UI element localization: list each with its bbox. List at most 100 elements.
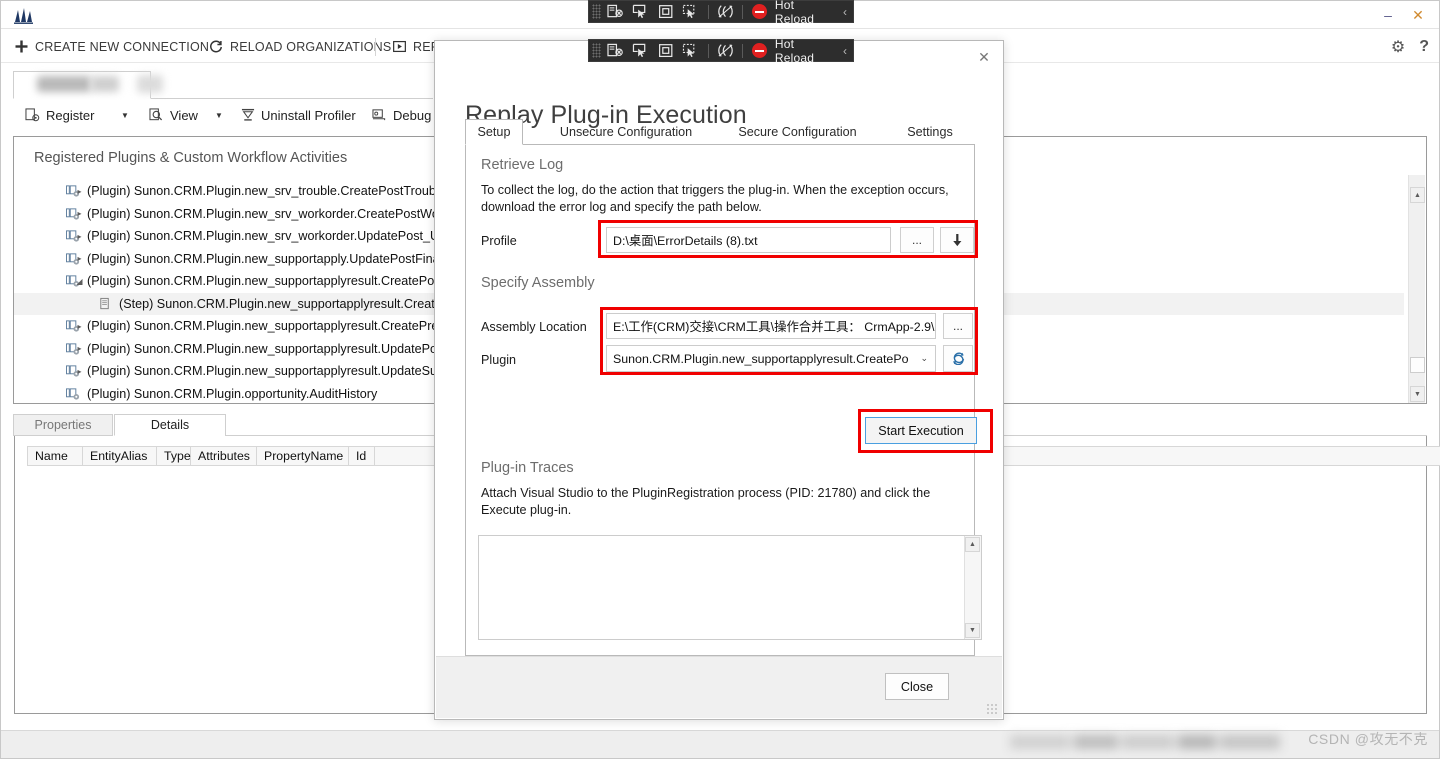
frame-icon[interactable] <box>653 1 678 22</box>
tree-row-label: (Plugin) Sunon.CRM.Plugin.new_supportapp… <box>87 364 452 379</box>
traces-scroll-up[interactable]: ▲ <box>965 537 980 552</box>
assembly-location-label: Assembly Location <box>481 320 587 334</box>
tab-details[interactable]: Details <box>114 414 226 436</box>
scroll-thumb[interactable] <box>1410 357 1425 373</box>
select-element-icon[interactable] <box>628 1 653 22</box>
replay-plugin-execution-dialog: ✕ Replay Plug-in Execution Retrieve Log … <box>434 40 1004 720</box>
tree-row-label: (Plugin) Sunon.CRM.Plugin.new_srv_troubl… <box>87 184 446 199</box>
dialog-close-icon[interactable]: ✕ <box>971 46 997 68</box>
reload-organizations-label: RELOAD ORGANIZATIONS <box>230 39 392 54</box>
expander-icon[interactable]: ▸ <box>74 208 85 219</box>
expander-icon[interactable]: ▸ <box>74 186 85 197</box>
scroll-up-button[interactable]: ▲ <box>1410 187 1425 203</box>
expander-icon[interactable]: ◢ <box>74 276 85 287</box>
tree-row-label: (Plugin) Sunon.CRM.Plugin.new_supportapp… <box>87 319 454 334</box>
inspect-element-icon[interactable] <box>603 1 628 22</box>
expander-icon[interactable]: ▸ <box>74 231 85 242</box>
view-dropdown[interactable]: ▼ <box>215 100 223 130</box>
drag-handle-icon[interactable] <box>592 43 601 58</box>
scroll-down-button[interactable]: ▼ <box>1410 386 1425 402</box>
column-header-type[interactable]: Type <box>157 446 191 466</box>
download-arrow-icon <box>952 233 961 246</box>
plugin-traces-output[interactable]: ▲ ▼ <box>478 535 982 640</box>
select-element-icon[interactable] <box>628 40 653 61</box>
register-button[interactable]: Register <box>25 100 94 130</box>
toolbar-divider <box>707 4 709 19</box>
expander-icon[interactable] <box>74 388 85 399</box>
profile-input[interactable]: D:\桌面\ErrorDetails (8).txt <box>606 227 891 253</box>
help-icon[interactable]: ? <box>1419 38 1429 56</box>
commandbar-divider <box>375 38 376 56</box>
column-header-propertyname[interactable]: PropertyName <box>257 446 349 466</box>
expander-icon[interactable]: ▸ <box>74 321 85 332</box>
column-header-name[interactable]: Name <box>27 446 83 466</box>
reload-icon <box>210 40 222 52</box>
traces-scroll-down[interactable]: ▼ <box>965 623 980 638</box>
expander-icon[interactable]: ▸ <box>74 253 85 264</box>
stop-icon[interactable] <box>747 1 772 22</box>
retrieve-log-heading: Retrieve Log <box>481 157 564 173</box>
chevron-left-icon[interactable]: ‹ <box>843 44 847 58</box>
tree-row-label: (Plugin) Sunon.CRM.Plugin.new_srv_workor… <box>87 206 457 221</box>
debug-button[interactable]: Debug <box>372 100 431 130</box>
hot-reload-toolbar-main: Hot Reload ‹ <box>588 0 854 26</box>
inspect-element-icon[interactable] <box>603 40 628 61</box>
dialog-tab-panel: Retrieve Log To collect the log, do the … <box>465 144 982 656</box>
expander-icon[interactable]: ▸ <box>74 343 85 354</box>
hot-reload-toggle-icon[interactable] <box>713 1 738 22</box>
profile-download-button[interactable] <box>940 227 974 253</box>
chevron-down-icon: ⌄ <box>920 353 928 363</box>
profile-browse-button[interactable]: ... <box>900 227 934 253</box>
tab-unsecure-configuration[interactable]: Unsecure Configuration <box>541 119 711 145</box>
live-visual-tree-icon[interactable] <box>678 1 703 22</box>
debug-label: Debug <box>393 107 432 123</box>
hot-reload-toggle-icon[interactable] <box>713 40 738 61</box>
expander-icon[interactable]: ▸ <box>74 366 85 377</box>
toolbar-divider-2 <box>741 43 743 58</box>
step-icon <box>98 297 113 311</box>
tab-setup[interactable]: Setup <box>465 119 523 145</box>
register-icon <box>25 108 40 122</box>
assembly-location-input[interactable]: E:\工作(CRM)交接\CRM工具\操作合并工具： CrmApp-2.9\手 <box>606 313 936 339</box>
plus-icon <box>15 40 28 53</box>
uninstall-profiler-label: Uninstall Profiler <box>261 107 356 123</box>
blurred-org-name <box>37 76 91 92</box>
minimize-button[interactable]: – <box>1373 4 1403 26</box>
tab-settings[interactable]: Settings <box>890 119 970 145</box>
hot-reload-label: Hot Reload <box>774 36 815 65</box>
frame-icon[interactable] <box>653 40 678 61</box>
view-button[interactable]: View <box>149 100 198 130</box>
live-visual-tree-icon[interactable] <box>678 40 703 61</box>
gear-icon[interactable]: ⚙ <box>1391 37 1405 57</box>
stop-icon[interactable] <box>747 40 772 61</box>
traces-scrollbar[interactable]: ▲ ▼ <box>964 536 981 639</box>
close-window-button[interactable]: ✕ <box>1403 4 1433 26</box>
uninstall-profiler-button[interactable]: Uninstall Profiler <box>241 100 356 130</box>
commandbar-right-icons: ⚙ ? <box>1391 30 1429 63</box>
tab-settings-label: Settings <box>907 125 953 139</box>
plugin-select-value: Sunon.CRM.Plugin.new_supportapplyresult.… <box>613 351 909 366</box>
replay-button[interactable]: REP <box>393 30 439 63</box>
chevron-left-icon[interactable]: ‹ <box>843 5 847 19</box>
reload-organizations-button[interactable]: RELOAD ORGANIZATIONS <box>209 30 391 63</box>
plugin-refresh-button[interactable] <box>943 345 973 372</box>
tab-details-label: Details <box>150 418 190 432</box>
column-header-entityalias[interactable]: EntityAlias <box>83 446 157 466</box>
tab-properties[interactable]: Properties <box>13 414 113 436</box>
column-header-id[interactable]: Id <box>349 446 375 466</box>
tab-setup-label: Setup <box>477 125 511 139</box>
plugin-select[interactable]: Sunon.CRM.Plugin.new_supportapplyresult.… <box>606 345 936 372</box>
create-new-connection-button[interactable]: CREATE NEW CONNECTION <box>15 30 209 63</box>
debug-icon <box>372 109 386 121</box>
resize-grip[interactable] <box>986 703 998 715</box>
app-logo-icon <box>13 5 35 25</box>
tree-vertical-scrollbar[interactable]: ▲ ▼ <box>1408 175 1425 403</box>
tree-row-label: (Plugin) Sunon.CRM.Plugin.new_srv_workor… <box>87 229 454 244</box>
drag-handle-icon[interactable] <box>592 4 601 19</box>
assembly-browse-button[interactable]: ... <box>943 313 973 339</box>
register-dropdown[interactable]: ▼ <box>121 100 129 130</box>
column-header-attributes[interactable]: Attributes <box>191 446 257 466</box>
tab-secure-configuration[interactable]: Secure Configuration <box>720 119 875 145</box>
dialog-close-button[interactable]: Close <box>885 673 949 700</box>
start-execution-button[interactable]: Start Execution <box>865 417 977 444</box>
